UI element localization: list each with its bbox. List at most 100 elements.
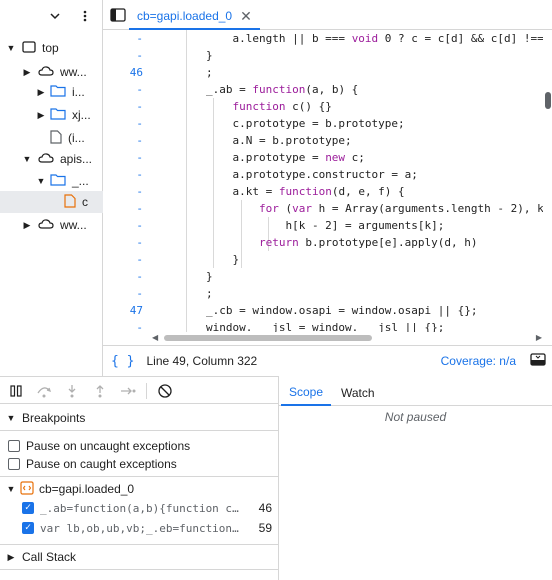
breakpoint-item[interactable]: ✓ _.ab=function(a,b){function c(){} 46 bbox=[22, 499, 272, 517]
line-number[interactable]: - bbox=[136, 30, 143, 47]
expanded-triangle-icon[interactable]: ▼ bbox=[36, 176, 46, 186]
line-number[interactable]: - bbox=[136, 319, 143, 336]
tree-item-top[interactable]: ▼ top bbox=[6, 37, 103, 59]
line-number[interactable]: - bbox=[136, 132, 143, 149]
step-over-button[interactable] bbox=[34, 381, 54, 401]
code-line[interactable]: c.prototype = b.prototype; bbox=[153, 115, 404, 132]
chevron-down-icon[interactable] bbox=[48, 9, 62, 23]
pause-uncaught-checkbox[interactable] bbox=[8, 440, 20, 452]
script-file-icon bbox=[64, 193, 76, 211]
coverage-link[interactable]: Coverage: n/a bbox=[441, 354, 516, 368]
code-line[interactable]: } bbox=[153, 268, 213, 285]
editor-tab[interactable]: cb=gapi.loaded_0 ✕ bbox=[129, 4, 260, 30]
call-stack-section-header[interactable]: ▶ Call Stack bbox=[0, 544, 279, 570]
line-number[interactable]: - bbox=[136, 166, 143, 183]
breakpoint-line: 59 bbox=[258, 521, 272, 535]
line-number[interactable]: - bbox=[136, 251, 143, 268]
tree-item-label: apis... bbox=[60, 152, 93, 166]
code-line[interactable]: } bbox=[153, 47, 213, 64]
code-line[interactable]: ; bbox=[153, 64, 213, 81]
line-number[interactable]: 46 bbox=[130, 64, 143, 81]
code-line[interactable]: } bbox=[153, 251, 239, 268]
tree-item-folder[interactable]: ▶ i... bbox=[36, 81, 103, 103]
code-line[interactable]: a.kt = function(d, e, f) { bbox=[153, 183, 404, 200]
tree-item-folder[interactable]: ▼ _... bbox=[36, 170, 103, 192]
line-number[interactable]: - bbox=[136, 217, 143, 234]
pause-uncaught-option[interactable]: Pause on uncaught exceptions bbox=[8, 437, 190, 455]
code-line[interactable]: function c() {} bbox=[153, 98, 331, 115]
not-paused-message: Not paused bbox=[384, 410, 447, 424]
line-number[interactable]: - bbox=[136, 234, 143, 251]
horizontal-scrollbar[interactable]: ◀ ▶ bbox=[150, 333, 542, 343]
code-line[interactable]: a.length || b === void 0 ? c = c[d] && c… bbox=[153, 30, 543, 47]
breakpoint-checkbox[interactable]: ✓ bbox=[22, 522, 34, 534]
scroll-right-icon[interactable]: ▶ bbox=[536, 333, 542, 342]
toggle-drawer-icon[interactable] bbox=[530, 353, 546, 369]
code-line[interactable]: a.prototype.constructor = a; bbox=[153, 166, 417, 183]
line-number[interactable]: - bbox=[136, 268, 143, 285]
step-out-button[interactable] bbox=[90, 381, 110, 401]
code-line[interactable]: ; bbox=[153, 285, 213, 302]
code-line[interactable]: a.prototype = new c; bbox=[153, 149, 364, 166]
section-title: Breakpoints bbox=[22, 410, 86, 425]
line-number[interactable]: - bbox=[136, 98, 143, 115]
code-line[interactable]: h[k - 2] = arguments[k]; bbox=[153, 217, 444, 234]
vertical-scrollbar[interactable] bbox=[543, 30, 552, 332]
code-line[interactable]: for (var h = Array(arguments.length - 2)… bbox=[153, 200, 543, 217]
tree-item-origin[interactable]: ▶ ww... bbox=[22, 214, 103, 236]
breakpoint-file-group[interactable]: ▼ cb=gapi.loaded_0 bbox=[6, 480, 134, 498]
pretty-print-button[interactable]: { } bbox=[111, 354, 134, 369]
collapsed-triangle-icon[interactable]: ▶ bbox=[36, 87, 46, 98]
horizontal-scroll-thumb[interactable] bbox=[164, 335, 372, 341]
collapsed-triangle-icon[interactable]: ▶ bbox=[6, 552, 16, 563]
breakpoint-item[interactable]: ✓ var lb,ob,ub,vb;_.eb=function(a){ 59 bbox=[22, 519, 272, 537]
line-number[interactable]: - bbox=[136, 81, 143, 98]
step-into-button[interactable] bbox=[62, 381, 82, 401]
step-icon bbox=[121, 387, 136, 395]
line-number[interactable]: - bbox=[136, 285, 143, 302]
tree-item-folder[interactable]: ▶ xj... bbox=[36, 104, 103, 126]
vertical-scroll-thumb[interactable] bbox=[545, 92, 551, 109]
tab-scope[interactable]: Scope bbox=[281, 380, 332, 406]
tree-item-file[interactable]: (i... bbox=[50, 127, 103, 149]
code-line[interactable]: _.cb = window.osapi = window.osapi || {}… bbox=[153, 302, 478, 319]
pause-resume-button[interactable] bbox=[6, 381, 26, 401]
expanded-triangle-icon[interactable]: ▼ bbox=[6, 413, 16, 423]
tree-item-origin[interactable]: ▶ ww... bbox=[22, 61, 103, 83]
tree-item-selected-file[interactable]: c bbox=[0, 191, 103, 213]
breakpoint-checkbox[interactable]: ✓ bbox=[22, 502, 34, 514]
deactivate-breakpoints-button[interactable] bbox=[155, 381, 175, 401]
scroll-left-icon[interactable]: ◀ bbox=[152, 333, 158, 342]
tree-item-label: xj... bbox=[72, 108, 91, 122]
cursor-position: Line 49, Column 322 bbox=[146, 354, 258, 368]
line-number[interactable]: - bbox=[136, 115, 143, 132]
tab-title: cb=gapi.loaded_0 bbox=[137, 9, 233, 23]
tree-item-origin[interactable]: ▼ apis... bbox=[22, 148, 103, 170]
line-number[interactable]: - bbox=[136, 149, 143, 166]
line-number[interactable]: 47 bbox=[130, 302, 143, 319]
toggle-navigator-icon[interactable] bbox=[110, 8, 126, 22]
pause-caught-checkbox[interactable] bbox=[8, 458, 20, 470]
code-area[interactable]: a.length || b === void 0 ? c = c[d] && c… bbox=[153, 30, 543, 332]
line-number[interactable]: - bbox=[136, 183, 143, 200]
code-line[interactable]: _.ab = function(a, b) { bbox=[153, 81, 358, 98]
breakpoints-section-header[interactable]: ▼ Breakpoints bbox=[0, 405, 279, 431]
code-line[interactable]: a.N = b.prototype; bbox=[153, 132, 351, 149]
collapsed-triangle-icon[interactable]: ▶ bbox=[22, 220, 32, 231]
pause-caught-option[interactable]: Pause on caught exceptions bbox=[8, 455, 177, 473]
debugger-toolbar bbox=[0, 376, 279, 404]
line-number[interactable]: - bbox=[136, 47, 143, 64]
more-options-icon[interactable] bbox=[80, 9, 90, 23]
close-icon[interactable]: ✕ bbox=[240, 8, 252, 25]
collapsed-triangle-icon[interactable]: ▶ bbox=[36, 110, 46, 121]
expanded-triangle-icon[interactable]: ▼ bbox=[22, 154, 32, 164]
line-number[interactable]: - bbox=[136, 200, 143, 217]
tab-watch[interactable]: Watch bbox=[333, 380, 383, 406]
code-line[interactable]: return b.prototype[e].apply(d, h) bbox=[153, 234, 478, 251]
step-button[interactable] bbox=[118, 381, 138, 401]
collapsed-triangle-icon[interactable]: ▶ bbox=[22, 67, 32, 78]
tree-item-label: ww... bbox=[60, 65, 87, 79]
expanded-triangle-icon[interactable]: ▼ bbox=[6, 43, 16, 53]
code-line[interactable]: window.___jsl = window.___jsl || {}; bbox=[153, 319, 444, 332]
expanded-triangle-icon[interactable]: ▼ bbox=[6, 484, 16, 494]
